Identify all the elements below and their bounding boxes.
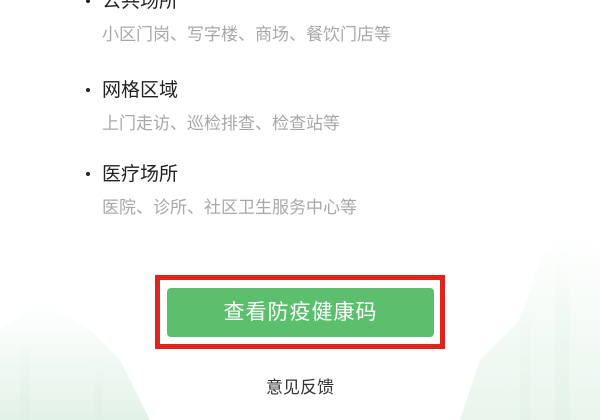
scene-item-public-places: 公共场所 小区门岗、写字楼、商场、餐饮门店等 xyxy=(82,0,562,47)
scene-description: 医院、诊所、社区卫生服务中心等 xyxy=(102,198,357,218)
view-health-code-button[interactable]: 查看防疫健康码 xyxy=(167,288,434,337)
scene-item-grid-areas: 网格区域 上门走访、巡检排查、检查站等 xyxy=(82,77,562,136)
scene-title-text: 医疗场所 xyxy=(102,163,179,185)
scene-title: 网格区域 xyxy=(82,77,562,103)
scene-item-medical-places: 医疗场所 医院、诊所、社区卫生服务中心等 xyxy=(82,161,562,220)
scene-title-text: 公共场所 xyxy=(102,0,179,12)
bullet-dot-icon xyxy=(86,88,90,92)
scene-title-text: 网格区域 xyxy=(102,79,179,101)
scene-title: 医疗场所 xyxy=(82,161,562,187)
bullet-dot-icon xyxy=(86,172,90,176)
scene-title: 公共场所 xyxy=(82,0,562,14)
feedback-link[interactable]: 意见反馈 xyxy=(0,376,600,400)
bullet-dot-icon xyxy=(86,0,90,3)
scene-description: 上门走访、巡检排查、检查站等 xyxy=(102,114,340,134)
health-code-scene-page: 公共场所 小区门岗、写字楼、商场、餐饮门店等 网格区域 上门走访、巡检排查、检查… xyxy=(0,0,600,420)
scene-description: 小区门岗、写字楼、商场、餐饮门店等 xyxy=(102,25,391,45)
